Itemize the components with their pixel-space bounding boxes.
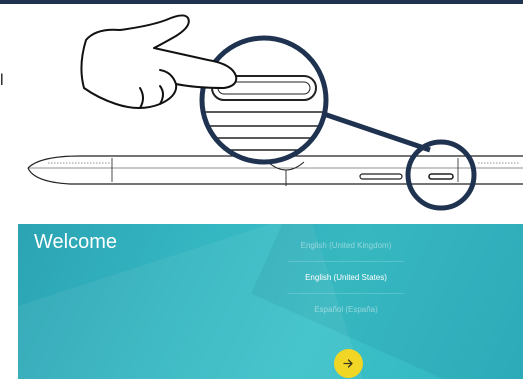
callout-connector xyxy=(317,109,431,153)
language-list[interactable]: English (United Kingdom) English (United… xyxy=(288,230,404,325)
language-option-es-es[interactable]: Español (España) xyxy=(288,294,404,325)
magnifier-circle-icon xyxy=(199,35,329,165)
setup-welcome-screen: Welcome English (United Kingdom) English… xyxy=(18,224,523,379)
small-highlight-circle xyxy=(405,139,477,211)
language-option-en-us[interactable]: English (United States) xyxy=(288,262,404,294)
next-button[interactable] xyxy=(334,349,363,378)
welcome-title: Welcome xyxy=(34,231,117,253)
power-button-illustration xyxy=(0,0,523,222)
arrow-right-icon xyxy=(343,359,353,368)
language-option-label: English (United States) xyxy=(305,273,387,282)
language-option-label: Español (España) xyxy=(314,305,378,314)
language-option-label: English (United Kingdom) xyxy=(300,241,392,250)
language-option-en-gb[interactable]: English (United Kingdom) xyxy=(288,230,404,262)
